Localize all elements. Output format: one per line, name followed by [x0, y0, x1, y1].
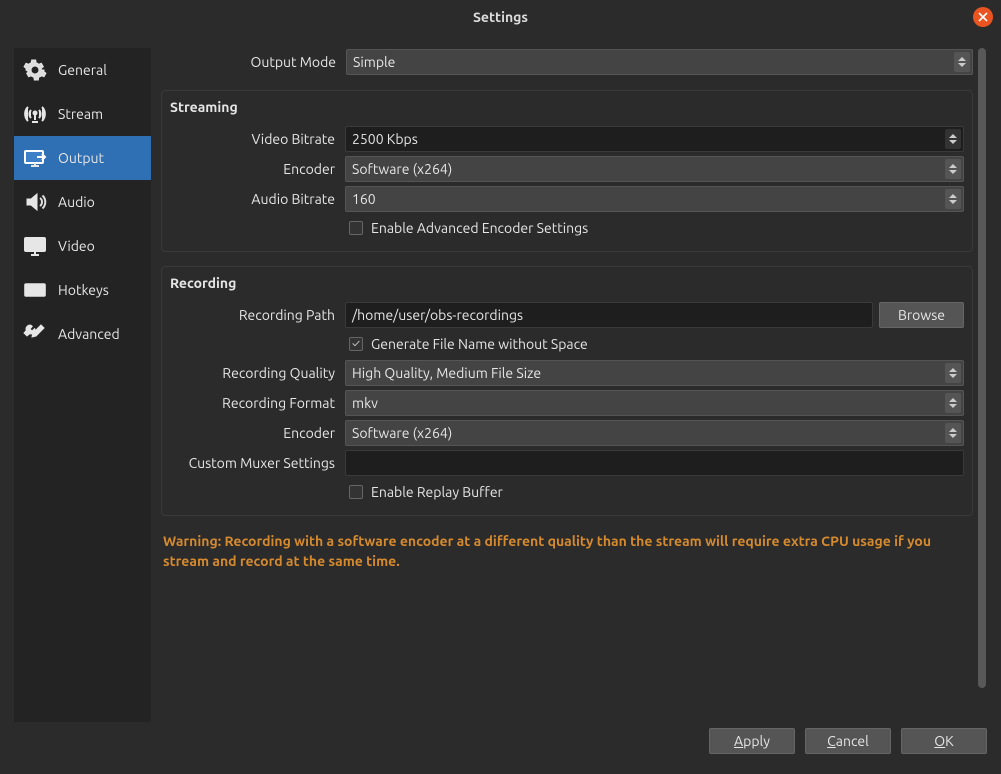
browse-button[interactable]: Browse — [879, 302, 964, 328]
chevron-updown-icon — [945, 423, 961, 443]
replay-buffer-label: Enable Replay Buffer — [371, 484, 503, 500]
chevron-updown-icon — [945, 159, 961, 179]
sidebar-item-hotkeys[interactable]: Hotkeys — [14, 268, 151, 312]
sidebar-item-label: Stream — [58, 106, 103, 122]
recording-title: Recording — [170, 275, 964, 291]
audio-bitrate-select[interactable]: 160 — [345, 186, 964, 212]
video-bitrate-input[interactable]: 2500 Kbps — [345, 126, 964, 152]
sidebar-item-label: Video — [58, 238, 95, 254]
ok-button[interactable]: OK — [901, 728, 987, 754]
enable-advanced-checkbox[interactable] — [349, 221, 363, 235]
recording-quality-label: Recording Quality — [170, 365, 339, 381]
footer: Apply Cancel OK — [0, 722, 1001, 760]
video-bitrate-label: Video Bitrate — [170, 131, 339, 147]
monitor-icon — [22, 233, 48, 259]
spinner-arrows-icon[interactable] — [945, 129, 961, 149]
muxer-input[interactable] — [345, 450, 964, 476]
gen-no-space-label: Generate File Name without Space — [371, 336, 588, 352]
scrollbar-thumb[interactable] — [978, 48, 986, 688]
output-icon — [22, 145, 48, 171]
recording-quality-select[interactable]: High Quality, Medium File Size — [345, 360, 964, 386]
video-bitrate-value: 2500 Kbps — [352, 131, 957, 147]
streaming-encoder-select[interactable]: Software (x264) — [345, 156, 964, 182]
sidebar-item-video[interactable]: Video — [14, 224, 151, 268]
output-mode-select[interactable]: Simple — [346, 49, 973, 75]
antenna-icon — [22, 101, 48, 127]
recording-path-value: /home/user/obs-recordings — [352, 307, 523, 323]
gear-icon — [22, 57, 48, 83]
recording-group: Recording Recording Path /home/user/obs-… — [161, 266, 973, 516]
recording-path-input[interactable]: /home/user/obs-recordings — [345, 302, 873, 328]
close-button[interactable] — [973, 7, 993, 27]
sidebar-item-label: Output — [58, 150, 104, 166]
streaming-encoder-label: Encoder — [170, 161, 339, 177]
keyboard-icon — [22, 277, 48, 303]
sidebar-item-stream[interactable]: Stream — [14, 92, 151, 136]
sidebar-item-label: Advanced — [58, 326, 120, 342]
recording-encoder-select[interactable]: Software (x264) — [345, 420, 964, 446]
cancel-button[interactable]: Cancel — [805, 728, 891, 754]
sidebar-item-output[interactable]: Output — [14, 136, 151, 180]
gen-no-space-checkbox[interactable] — [349, 337, 363, 351]
main-panel: Output Mode Simple Streaming Video Bitra… — [161, 48, 987, 722]
sidebar-item-general[interactable]: General — [14, 48, 151, 92]
tools-icon — [22, 321, 48, 347]
replay-buffer-checkbox[interactable] — [349, 485, 363, 499]
scrollbar[interactable] — [977, 48, 987, 722]
close-icon — [978, 12, 988, 22]
chevron-updown-icon — [945, 393, 961, 413]
warning-text: Warning: Recording with a software encod… — [161, 530, 973, 571]
sidebar-item-label: Audio — [58, 194, 95, 210]
chevron-updown-icon — [954, 52, 970, 72]
sidebar-item-audio[interactable]: Audio — [14, 180, 151, 224]
titlebar: Settings — [0, 0, 1001, 34]
sidebar-item-label: Hotkeys — [58, 282, 109, 298]
recording-path-label: Recording Path — [170, 307, 339, 323]
audio-bitrate-label: Audio Bitrate — [170, 191, 339, 207]
enable-advanced-label: Enable Advanced Encoder Settings — [371, 220, 588, 236]
sidebar-item-advanced[interactable]: Advanced — [14, 312, 151, 356]
sidebar-item-label: General — [58, 62, 107, 78]
recording-format-select[interactable]: mkv — [345, 390, 964, 416]
recording-format-value: mkv — [352, 395, 378, 411]
streaming-title: Streaming — [170, 99, 964, 115]
recording-format-label: Recording Format — [170, 395, 339, 411]
speaker-icon — [22, 189, 48, 215]
streaming-group: Streaming Video Bitrate 2500 Kbps Encode… — [161, 90, 973, 252]
recording-encoder-label: Encoder — [170, 425, 339, 441]
muxer-label: Custom Muxer Settings — [170, 455, 339, 471]
streaming-encoder-value: Software (x264) — [352, 161, 452, 177]
chevron-updown-icon — [945, 363, 961, 383]
audio-bitrate-value: 160 — [352, 191, 376, 207]
window-title: Settings — [0, 9, 1001, 25]
apply-button[interactable]: Apply — [709, 728, 795, 754]
recording-quality-value: High Quality, Medium File Size — [352, 365, 541, 381]
output-mode-label: Output Mode — [161, 54, 340, 70]
output-mode-value: Simple — [353, 54, 395, 70]
sidebar: General Stream Output Audio Video Hotkey… — [14, 48, 151, 722]
chevron-updown-icon — [945, 189, 961, 209]
recording-encoder-value: Software (x264) — [352, 425, 452, 441]
